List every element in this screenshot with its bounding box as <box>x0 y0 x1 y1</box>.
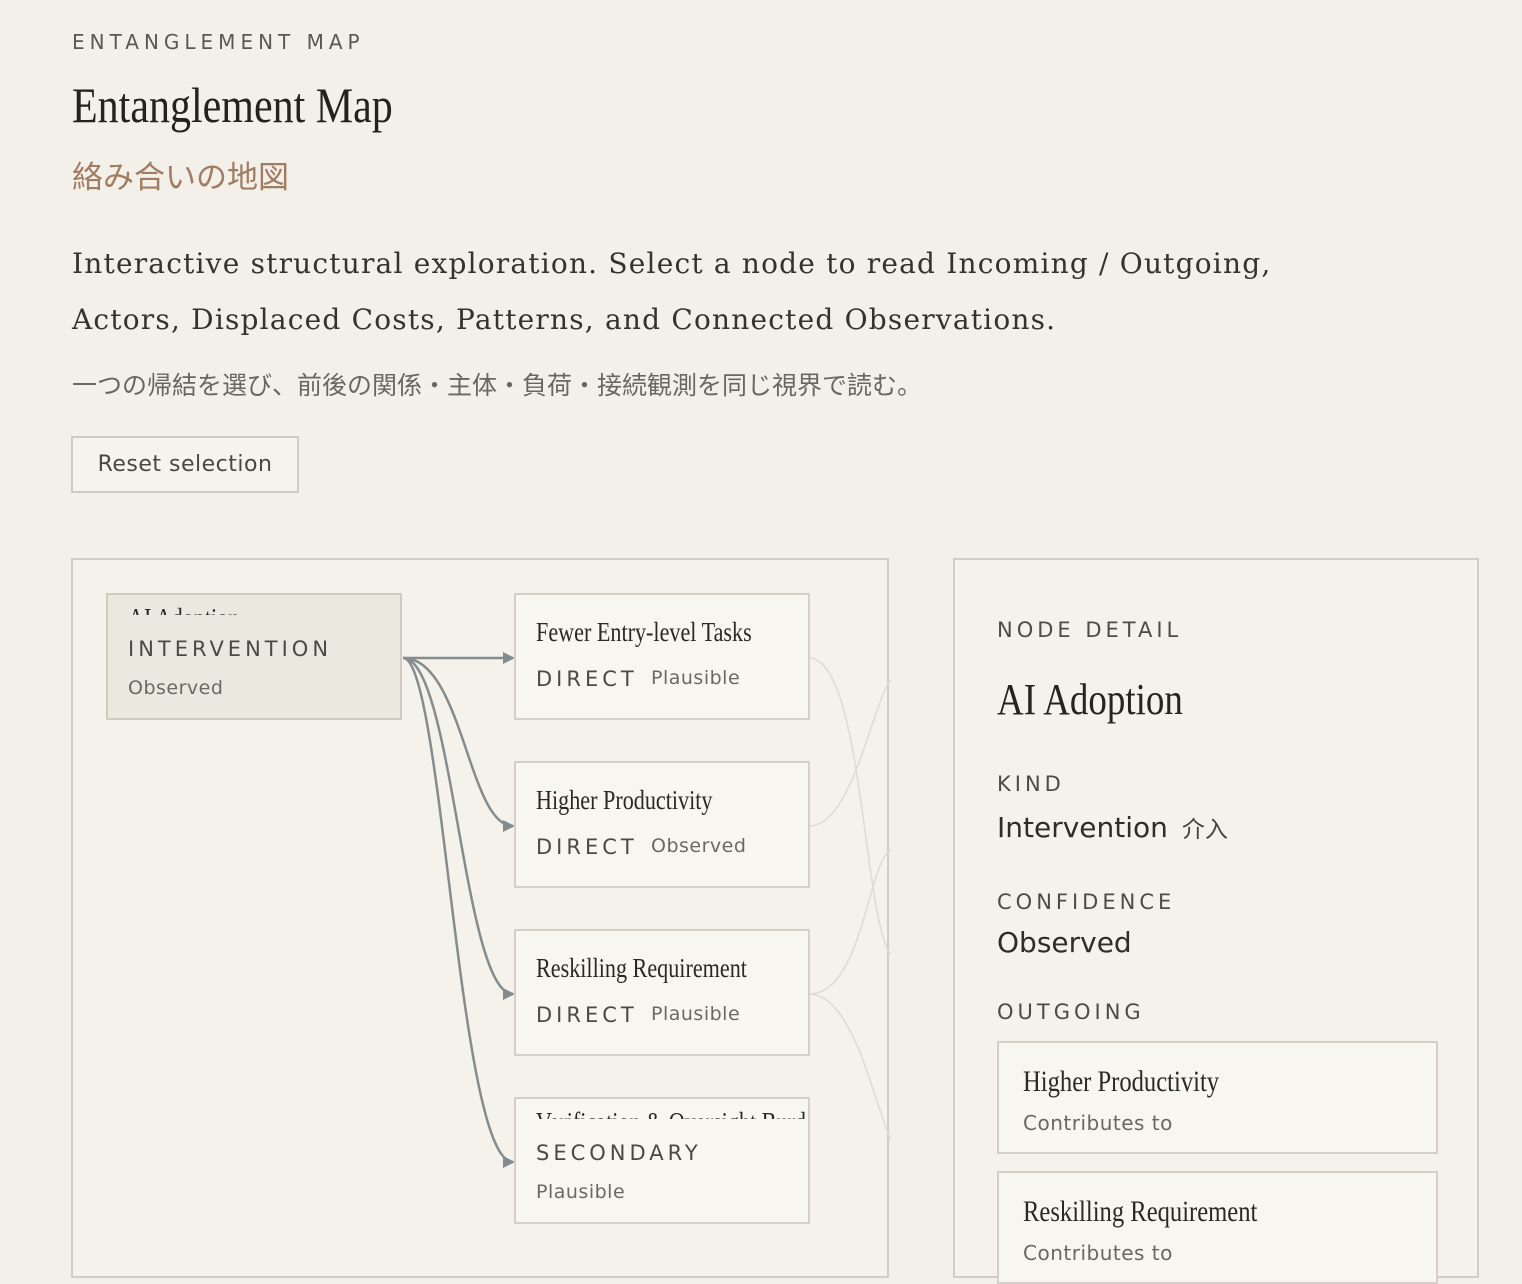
node-kind: SECONDARY <box>536 1141 702 1165</box>
outgoing-item-relation: Contributes to <box>1023 1111 1173 1135</box>
node-detail-title: AI Adoption <box>997 675 1183 724</box>
outgoing-item-title: Higher Productivity <box>1023 1065 1220 1098</box>
node-kind: DIRECT <box>536 667 638 691</box>
confidence-label: CONFIDENCE <box>997 890 1176 914</box>
page-title-jp: 絡み合いの地図 <box>72 160 289 196</box>
node-kind: INTERVENTION <box>128 637 333 661</box>
node-title: Fewer Entry-level Tasks <box>536 617 752 647</box>
outgoing-item[interactable]: Higher Productivity Contributes to <box>997 1041 1438 1154</box>
faint-link <box>808 657 891 956</box>
entanglement-map-canvas: AI Adoption INTERVENTION Observed Fewer … <box>71 558 891 1278</box>
kind-value-jp: 介入 <box>1181 817 1228 843</box>
node-confidence: Plausible <box>651 1003 741 1025</box>
node-confidence: Observed <box>651 835 747 857</box>
node-confidence: Observed <box>128 677 224 699</box>
outgoing-item-title: Reskilling Requirement <box>1023 1195 1258 1228</box>
node-fewer-entry-level-tasks[interactable]: Fewer Entry-level Tasks DIRECT Plausible <box>514 593 810 720</box>
kind-value: Intervention 介入 <box>997 810 1228 844</box>
node-detail-heading: NODE DETAIL <box>997 618 1183 642</box>
link-to-higher-productivity <box>402 656 515 832</box>
kind-value-text: Intervention <box>997 811 1168 844</box>
outgoing-label: OUTGOING <box>997 1000 1145 1024</box>
node-kind: DIRECT <box>536 835 638 859</box>
intro-text: Interactive structural exploration. Sele… <box>72 247 1272 336</box>
node-ai-adoption[interactable]: AI Adoption INTERVENTION Observed <box>106 593 402 720</box>
faint-link <box>808 993 891 1141</box>
node-title: Reskilling Requirement <box>536 953 747 983</box>
outgoing-item-relation: Contributes to <box>1023 1241 1173 1265</box>
node-verification-oversight-burden[interactable]: Verification & Oversight Burden SECONDAR… <box>514 1097 810 1224</box>
kind-label: KIND <box>997 772 1065 796</box>
node-reskilling-requirement[interactable]: Reskilling Requirement DIRECT Plausible <box>514 929 810 1056</box>
node-title: AI Adoption <box>128 603 239 615</box>
page-eyebrow: ENTANGLEMENT MAP <box>72 30 365 54</box>
faint-link <box>808 679 891 827</box>
node-kind: DIRECT <box>536 1003 638 1027</box>
link-to-verification-burden <box>402 656 515 1168</box>
page-title: Entanglement Map <box>72 77 393 133</box>
node-title: Higher Productivity <box>536 785 713 815</box>
confidence-value: Observed <box>997 926 1132 959</box>
reset-selection-button[interactable]: Reset selection <box>71 436 299 493</box>
node-confidence: Plausible <box>651 667 741 689</box>
node-confidence: Plausible <box>536 1181 626 1203</box>
link-to-reskilling-requirement <box>402 656 515 1000</box>
outgoing-item[interactable]: Reskilling Requirement Contributes to <box>997 1171 1438 1284</box>
node-higher-productivity[interactable]: Higher Productivity DIRECT Observed <box>514 761 810 888</box>
intro-text-jp: 一つの帰結を選び、前後の関係・主体・負荷・接続観測を同じ視界で読む。 <box>72 371 923 400</box>
node-detail-panel: NODE DETAIL AI Adoption KIND Interventio… <box>953 558 1479 1284</box>
node-title: Verification & Oversight Burden <box>536 1107 808 1119</box>
